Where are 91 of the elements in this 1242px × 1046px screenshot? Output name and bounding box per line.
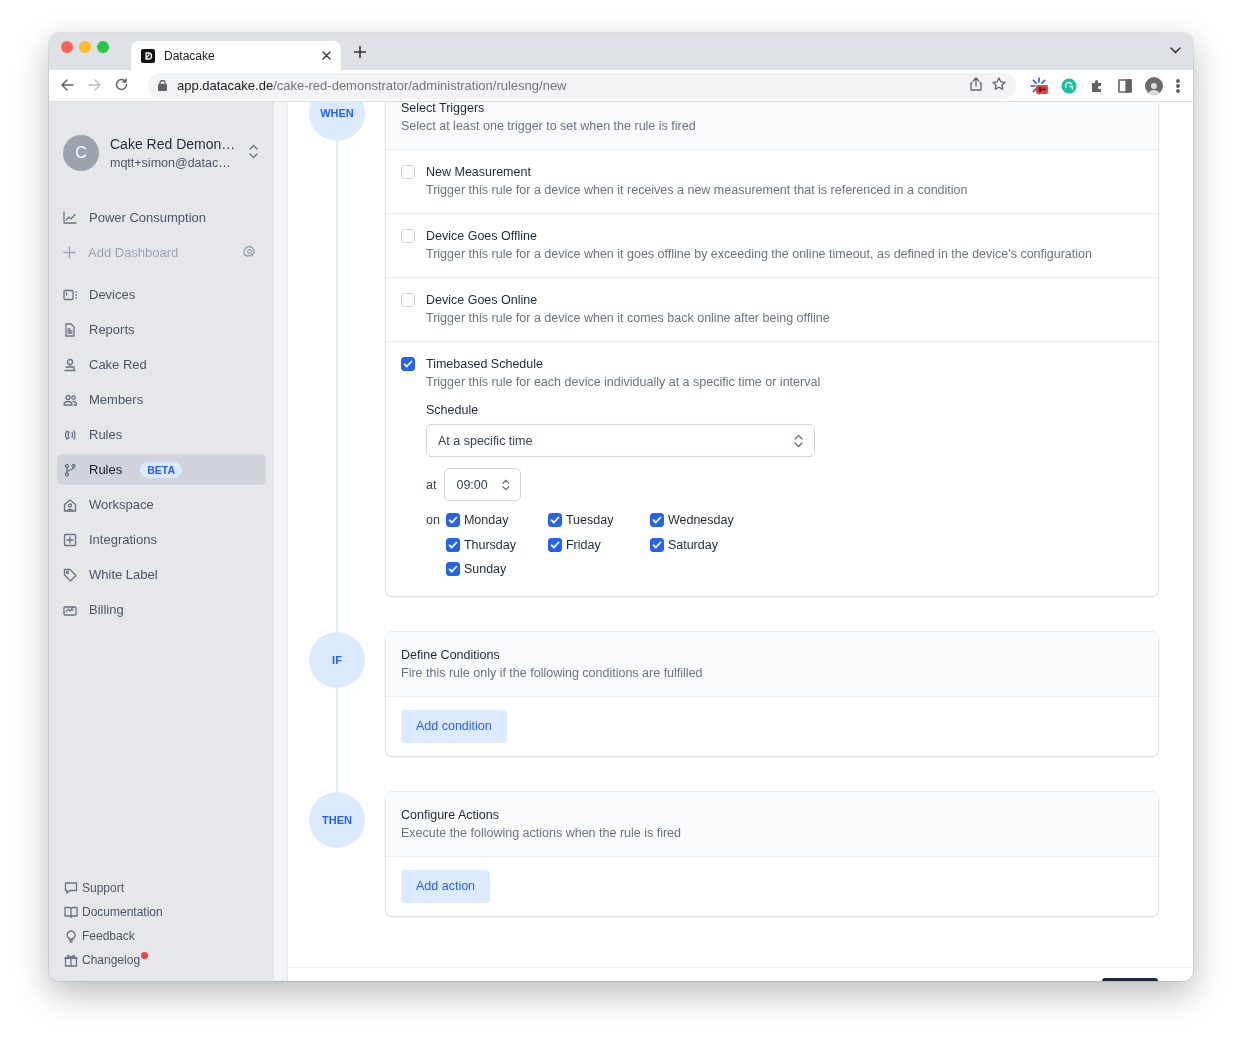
cropped-button[interactable]	[1102, 978, 1158, 981]
book-icon	[64, 905, 78, 919]
lock-icon	[158, 79, 167, 91]
more-menu-icon[interactable]	[1176, 78, 1180, 93]
checkbox-label: Friday	[565, 537, 601, 552]
field-label: on	[426, 512, 440, 529]
card-title: Define Conditions	[401, 646, 501, 664]
line-chart-icon	[63, 211, 77, 224]
checkbox[interactable]	[547, 537, 562, 552]
field-label: Schedule	[426, 402, 480, 419]
checkbox[interactable]	[445, 513, 460, 528]
step-marker: IF	[309, 631, 365, 688]
nav-item[interactable]: Reports	[57, 314, 266, 345]
checkbox[interactable]	[649, 513, 664, 528]
nav-item[interactable]: Devices	[57, 279, 266, 310]
schedule-select[interactable]: At a specific time	[426, 424, 815, 457]
footer-link[interactable]: Support	[57, 876, 266, 900]
lightbulb-icon	[64, 929, 78, 943]
nav-item[interactable]: Rules BETA	[57, 454, 266, 485]
checkbox-label: Wednesday	[667, 513, 734, 528]
trigger-title: Device Goes Offline	[426, 228, 538, 245]
nav-item[interactable]: Billing	[57, 594, 266, 625]
nav-item[interactable]: Rules	[57, 419, 266, 450]
plus-icon	[63, 246, 76, 259]
tag-icon	[63, 567, 77, 582]
trigger-description: Trigger this rule for a device when it receives a new measurement that is referenced in a condition	[426, 182, 969, 199]
close-icon[interactable]	[322, 50, 331, 60]
plus-square-icon	[63, 532, 77, 547]
back-arrow-icon[interactable]	[61, 78, 74, 91]
card-subtitle: Fire this rule only if the following conditions are fulfilled	[401, 664, 704, 682]
nav-item[interactable]: Members	[57, 384, 266, 415]
house-icon	[63, 497, 77, 512]
checkbox-label: Saturday	[667, 537, 718, 552]
workspace-avatar: C	[63, 135, 99, 171]
trigger-title: New Measurement	[426, 164, 532, 181]
nav-item[interactable]: Cake Red	[57, 349, 266, 380]
workspace-name: Cake Red Demon…	[110, 136, 237, 152]
browser-tab[interactable]: Datacake	[131, 41, 341, 70]
checkbox[interactable]	[649, 537, 664, 552]
site-favicon	[141, 48, 155, 63]
checkbox[interactable]	[401, 357, 415, 371]
nav-item[interactable]: White Label	[57, 559, 266, 590]
reload-icon[interactable]	[115, 77, 128, 91]
updown-chevron-icon	[501, 477, 510, 492]
gift-icon	[64, 953, 78, 967]
updown-chevron-icon[interactable]	[249, 144, 258, 159]
devices-icon	[63, 287, 77, 302]
nav-item[interactable]: Integrations	[57, 524, 266, 555]
share-icon[interactable]	[970, 76, 982, 91]
branch-icon	[63, 462, 77, 477]
card-subtitle: Select at least one trigger to set when the rule is fired	[401, 118, 697, 135]
card-title: Select Triggers	[401, 102, 486, 117]
trigger-title: Device Goes Online	[426, 292, 539, 309]
trigger-description: Trigger this rule for a device when it goes offline by exceeding the online timeout, as defined in the device's configuration	[426, 246, 1093, 263]
footer-link[interactable]: Changelog	[57, 948, 266, 972]
footer-link[interactable]: Documentation	[57, 900, 266, 924]
card-title: Configure Actions	[401, 806, 500, 824]
chevron-down-icon[interactable]	[1170, 47, 1181, 54]
footer-link[interactable]: Feedback	[57, 924, 266, 948]
checkbox-label: Thursday	[463, 537, 516, 552]
add-button[interactable]: Add action	[401, 869, 491, 903]
checkbox[interactable]	[445, 562, 460, 577]
dashboard-link[interactable]: Power Consumption	[57, 202, 266, 233]
step-marker: WHEN	[309, 102, 365, 141]
checkbox-label: Monday	[463, 513, 509, 528]
time-input[interactable]: 09:00	[444, 468, 522, 501]
checkbox-label: Sunday	[463, 562, 507, 577]
account-email: mqtt+simon@datac…	[110, 156, 232, 170]
side-panel-icon[interactable]	[1118, 78, 1132, 93]
address-text[interactable]: app.datacake.de/cake-red-demonstrator/administration/rulesng/new	[177, 78, 960, 93]
add-button[interactable]: Add condition	[401, 709, 507, 743]
star-icon[interactable]	[992, 76, 1006, 91]
updown-chevron-icon	[794, 433, 803, 448]
stamp-icon	[63, 357, 77, 372]
people-icon	[63, 392, 77, 407]
step-marker: THEN	[309, 791, 365, 848]
trigger-description: Trigger this rule for a device when it comes back online after being offline	[426, 310, 831, 327]
trigger-description: Trigger this rule for each device individually at a specific time or interval	[426, 374, 822, 391]
profile-avatar[interactable]	[1145, 76, 1163, 95]
card-subtitle: Execute the following actions when the rule is fired	[401, 824, 683, 842]
checkbox-label: Tuesday	[565, 513, 614, 528]
checkbox[interactable]	[445, 537, 460, 552]
chat-bubble-icon	[64, 881, 78, 895]
checkbox[interactable]	[547, 513, 562, 528]
field-label: at	[426, 477, 437, 492]
address-bar[interactable]: app.datacake.de/cake-red-demonstrator/administration/rulesng/new	[148, 72, 1016, 99]
new-tab-plus-icon[interactable]	[354, 46, 366, 58]
nav-item[interactable]: Workspace	[57, 489, 266, 520]
document-icon	[63, 322, 77, 337]
trigger-title: Timebased Schedule	[426, 356, 544, 373]
beta-badge: BETA	[140, 461, 183, 478]
